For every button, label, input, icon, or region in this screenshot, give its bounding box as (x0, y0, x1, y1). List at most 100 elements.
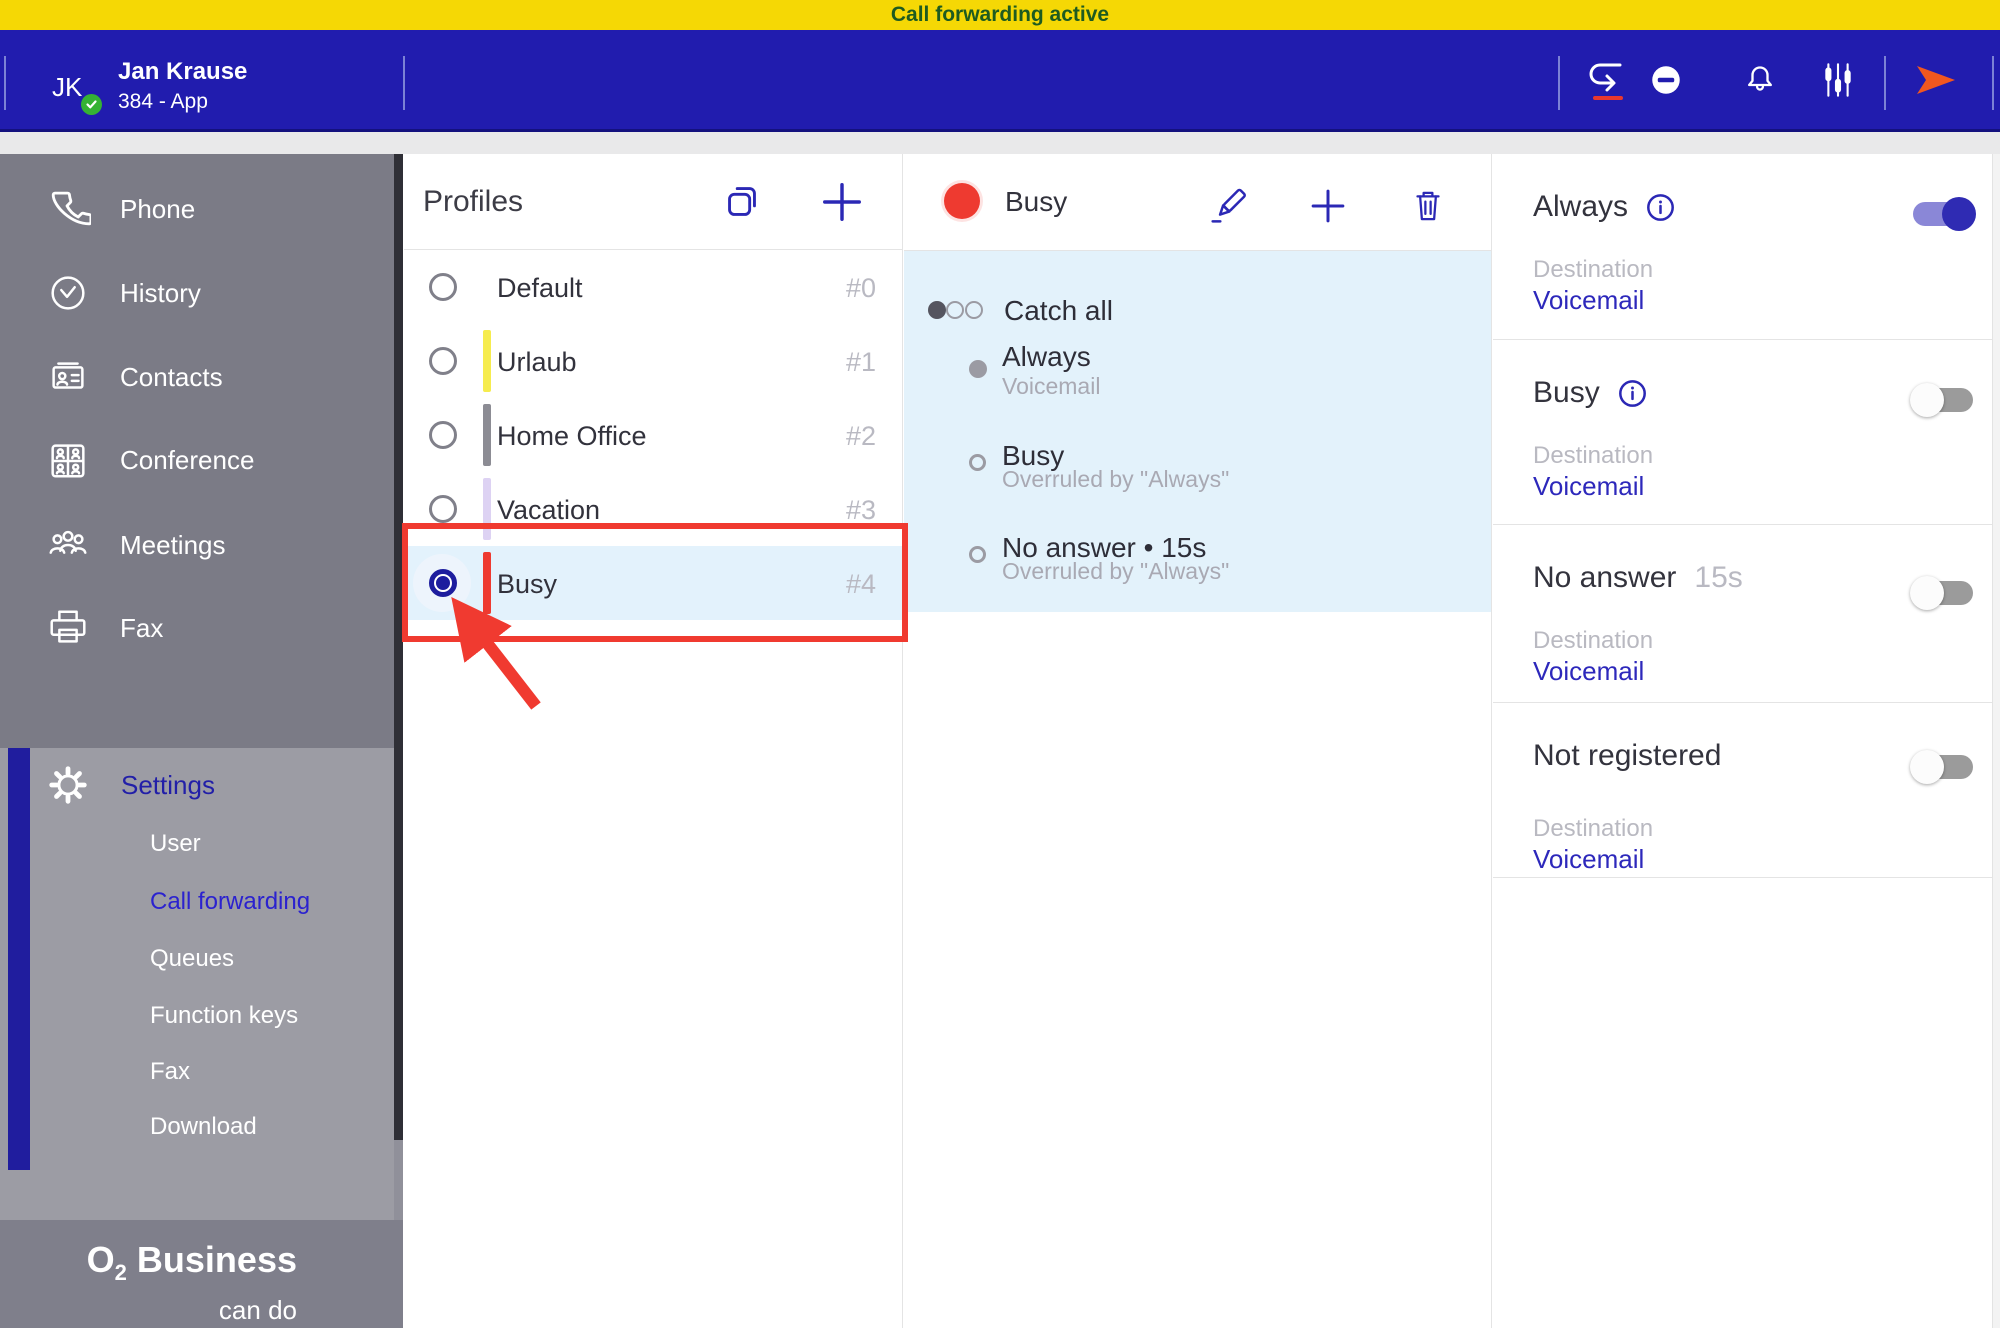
rules-summary-panel: Catch all Always Voicemail Busy Overrule… (904, 251, 1491, 612)
profile-name: Vacation (497, 495, 601, 525)
profile-name: Home Office (497, 421, 647, 451)
sidebar: Phone History Contacts Conference Meetin… (0, 154, 403, 1328)
profile-radio[interactable] (429, 495, 457, 523)
rule-bullet (969, 454, 986, 471)
rule-section-always: Always Destination Voicemail (1493, 154, 1992, 340)
sidebar-item-label: Fax (120, 612, 164, 643)
destination-label: Destination (1533, 256, 1654, 283)
call-forwarding-icon[interactable] (1578, 52, 1634, 108)
conference-icon (51, 444, 85, 478)
profile-row-home-office[interactable]: Home Office #2 (404, 398, 902, 472)
destination-label: Destination (1533, 442, 1654, 469)
page-scrollbar-gutter[interactable] (1992, 154, 2000, 1328)
sidebar-item-label: History (120, 277, 201, 308)
settings-subitem-function-keys[interactable]: Function keys (150, 1002, 298, 1036)
status-banner-text: Call forwarding active (890, 3, 1110, 26)
toggle-knob (1910, 750, 1944, 784)
status-banner: Call forwarding active (0, 0, 2000, 30)
profile-radio-selected[interactable] (429, 569, 457, 597)
profile-radio[interactable] (429, 421, 457, 449)
rule-entry-title: Catch all (1004, 295, 1113, 326)
rule-toggle-always[interactable] (1913, 197, 1976, 231)
edit-profile-icon[interactable] (1200, 178, 1256, 234)
avatar[interactable]: JK (52, 72, 82, 103)
sidebar-item-conference[interactable]: Conference (0, 418, 390, 502)
gear-icon (49, 766, 87, 804)
profile-row-default[interactable]: Default #0 (404, 250, 902, 324)
sidebar-item-label: Meetings (120, 529, 226, 560)
profile-color-bar (483, 330, 491, 392)
contacts-icon (52, 362, 84, 389)
sidebar-scrollbar-thumb[interactable] (394, 154, 403, 1140)
settings-subitem-call-forwarding[interactable]: Call forwarding (150, 888, 310, 922)
catch-all-icon (946, 301, 964, 319)
rule-bullet (969, 546, 986, 563)
user-name: Jan Krause (118, 58, 248, 85)
info-icon[interactable] (1618, 379, 1647, 408)
sidebar-item-label: Conference (120, 444, 255, 475)
sidebar-item-settings[interactable]: Settings (45, 762, 215, 808)
profile-row-urlaub[interactable]: Urlaub #1 (404, 324, 902, 398)
profile-radio[interactable] (429, 347, 457, 375)
copy-profile-icon[interactable] (714, 174, 770, 230)
toggle-knob (1910, 576, 1944, 610)
sidebar-item-label: Phone (120, 193, 196, 224)
meetings-icon (49, 530, 87, 554)
history-icon (51, 276, 85, 310)
fax-icon (50, 610, 86, 643)
rule-entry-subtitle: Voicemail (1002, 373, 1101, 399)
destination-link[interactable]: Voicemail (1533, 656, 1644, 687)
profile-row-busy[interactable]: Busy #4 (404, 546, 902, 620)
sidebar-item-label: Contacts (120, 361, 223, 392)
destination-link[interactable]: Voicemail (1533, 471, 1644, 502)
destination-link[interactable]: Voicemail (1533, 844, 1644, 875)
online-status-icon (81, 94, 102, 115)
profile-radio[interactable] (429, 273, 457, 301)
catch-all-icon (928, 301, 946, 319)
destination-link[interactable]: Voicemail (1533, 285, 1644, 316)
add-rule-icon[interactable] (1300, 178, 1356, 234)
settings-subitem-download[interactable]: Download (150, 1113, 257, 1147)
rule-section-no-answer: No answer 15s Destination Voicemail (1493, 525, 1992, 703)
sidebar-scrollbar-track[interactable] (394, 1140, 403, 1220)
profile-row-vacation[interactable]: Vacation #3 (404, 472, 902, 546)
info-icon[interactable] (1646, 193, 1675, 222)
rule-bullet (969, 360, 987, 378)
sidebar-item-phone[interactable]: Phone (0, 167, 390, 251)
sidebar-item-meetings[interactable]: Meetings (0, 503, 390, 587)
profile-color-bar (483, 404, 491, 466)
app-window: Call forwarding active JK Jan Krause 384… (0, 0, 2000, 1328)
profile-number: #2 (845, 421, 876, 451)
rule-title: Busy (1533, 376, 1600, 409)
profile-number: #0 (845, 273, 876, 303)
do-not-disturb-icon[interactable] (1638, 52, 1694, 108)
audio-settings-icon[interactable] (1810, 52, 1866, 108)
profile-detail-panel: Busy Catch all Always Voicemail Busy Ove… (904, 154, 1492, 1328)
brand-logo: O2 Business (86, 1239, 297, 1286)
detail-header: Busy (904, 154, 1491, 251)
send-icon[interactable] (1908, 52, 1964, 108)
sidebar-item-contacts[interactable]: Contacts (0, 335, 390, 419)
profile-name: Busy (497, 569, 558, 599)
sidebar-item-fax[interactable]: Fax (0, 586, 390, 670)
sidebar-settings-section: Settings User Call forwarding Queues Fun… (0, 748, 394, 1220)
settings-subitem-queues[interactable]: Queues (150, 945, 234, 979)
rule-title: No answer (1533, 561, 1677, 594)
rule-toggle-no-answer[interactable] (1910, 576, 1973, 610)
delete-profile-icon[interactable] (1400, 178, 1456, 234)
rule-toggle-busy[interactable] (1910, 383, 1973, 417)
add-profile-icon[interactable] (814, 174, 870, 230)
profile-number: #1 (845, 347, 876, 377)
sidebar-item-history[interactable]: History (0, 251, 390, 335)
profile-number: #4 (845, 569, 876, 599)
rule-entry-title: Always (1002, 341, 1091, 372)
settings-subitem-fax[interactable]: Fax (150, 1058, 190, 1092)
profiles-panel: Profiles Default #0 Urlaub #1 Home Offic… (404, 154, 903, 1328)
rule-toggle-not-registered[interactable] (1910, 750, 1973, 784)
settings-subitem-user[interactable]: User (150, 830, 201, 864)
toggle-knob (1942, 197, 1976, 231)
user-extension: 384 - App (118, 90, 208, 113)
notifications-icon[interactable] (1732, 52, 1788, 108)
header-divider (1992, 56, 1994, 110)
rule-entry-subtitle: Overruled by "Always" (1002, 558, 1230, 584)
